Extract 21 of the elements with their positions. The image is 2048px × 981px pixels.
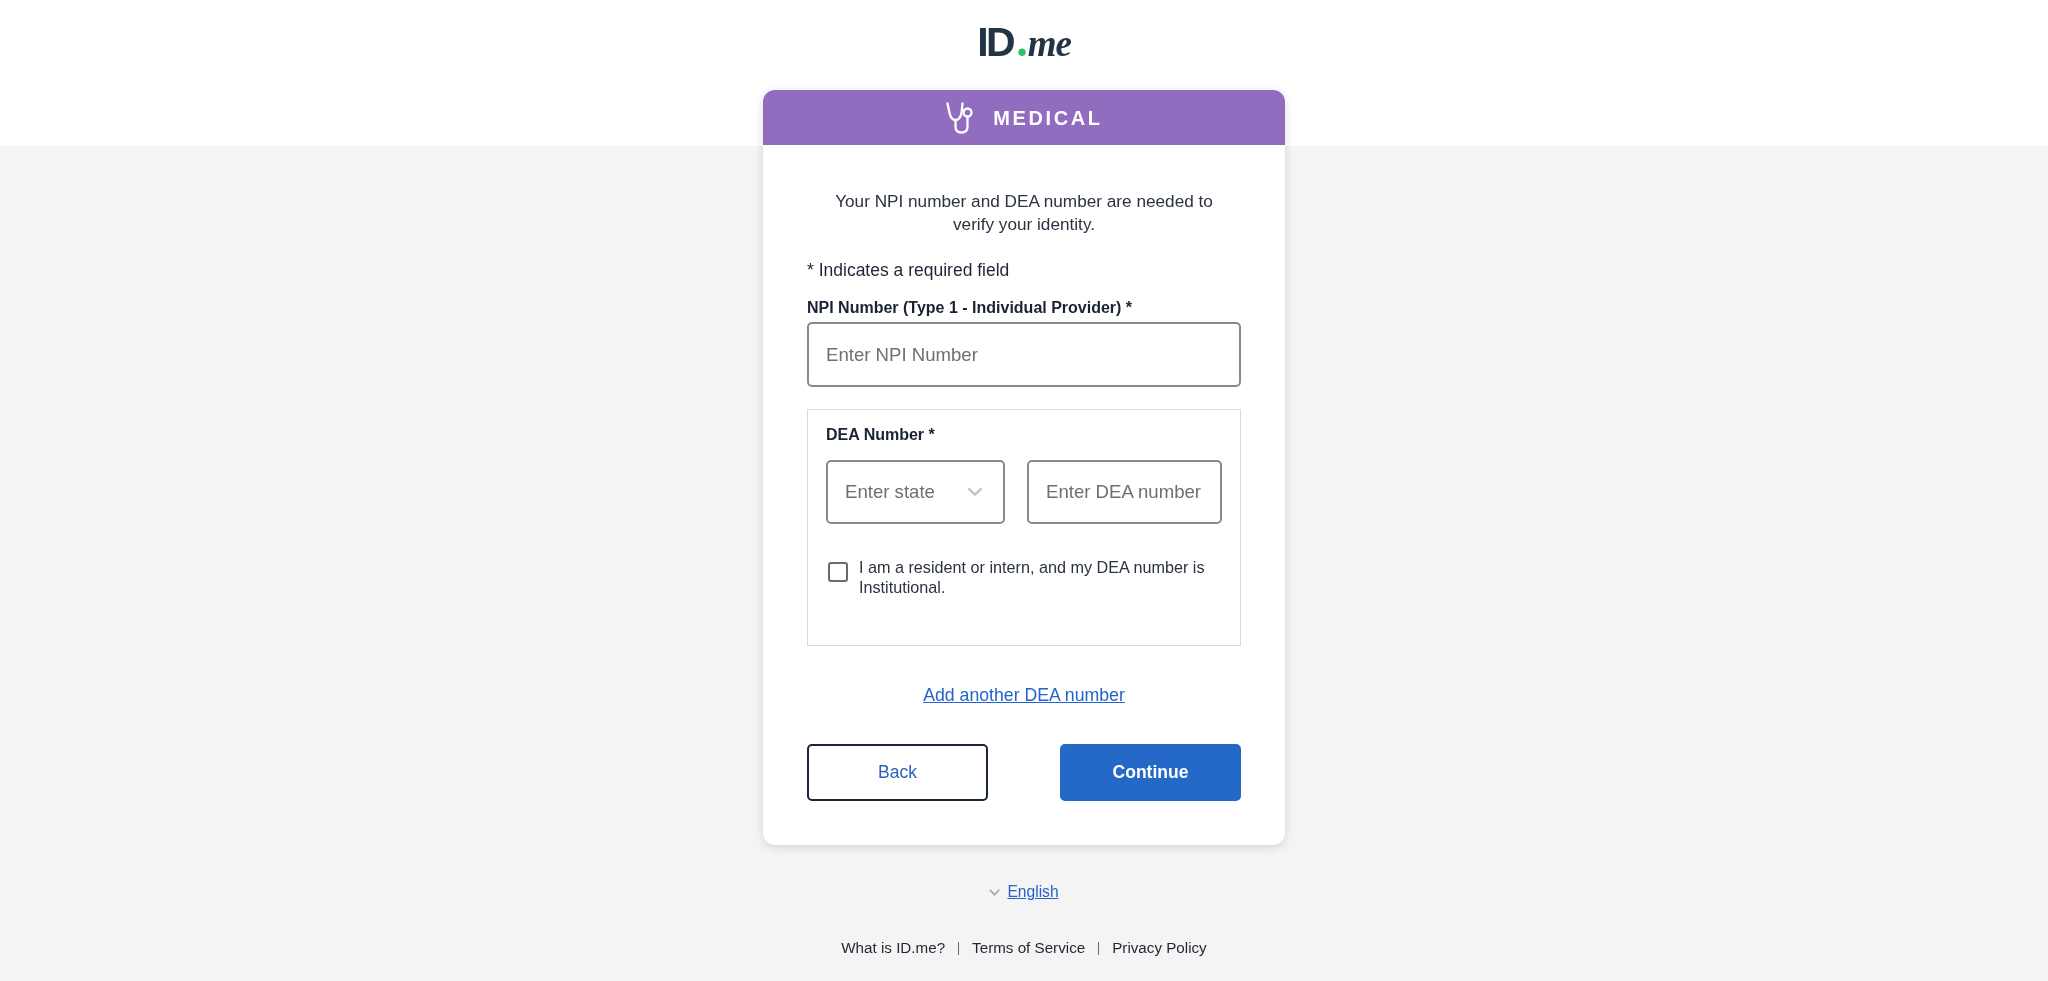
stethoscope-icon <box>945 100 974 135</box>
footer-link[interactable]: Privacy Policy <box>1112 938 1207 958</box>
npi-input[interactable]: Enter NPI Number <box>807 322 1241 387</box>
footer-link[interactable]: Terms of Service <box>972 938 1086 958</box>
language-link[interactable]: English <box>1007 882 1059 902</box>
dea-input[interactable]: Enter DEA number <box>1027 460 1222 524</box>
back-button[interactable]: Back <box>807 744 988 801</box>
footer-link[interactable]: What is ID.me? <box>841 938 946 958</box>
state-select[interactable]: Enter state <box>826 460 1005 524</box>
intro-text: Your NPI number and DEA number are needed to verify your identity. <box>834 190 1214 236</box>
card-title: MEDICAL <box>993 105 1103 130</box>
add-dea-link[interactable]: Add another DEA number <box>923 684 1125 706</box>
required-note: * Indicates a required field <box>807 259 1010 281</box>
checkbox[interactable] <box>828 562 848 582</box>
logo: ID.me <box>977 19 1071 63</box>
chevron-down-icon <box>989 888 1001 896</box>
continue-button[interactable]: Continue <box>1060 744 1241 801</box>
chevron-down-icon <box>968 488 982 496</box>
field-label: DEA Number * <box>826 425 935 445</box>
checkbox-label: I am a resident or intern, and my DEA number is Institutional. <box>859 558 1206 597</box>
field-label: NPI Number (Type 1 - Individual Provider) * <box>807 298 1133 318</box>
